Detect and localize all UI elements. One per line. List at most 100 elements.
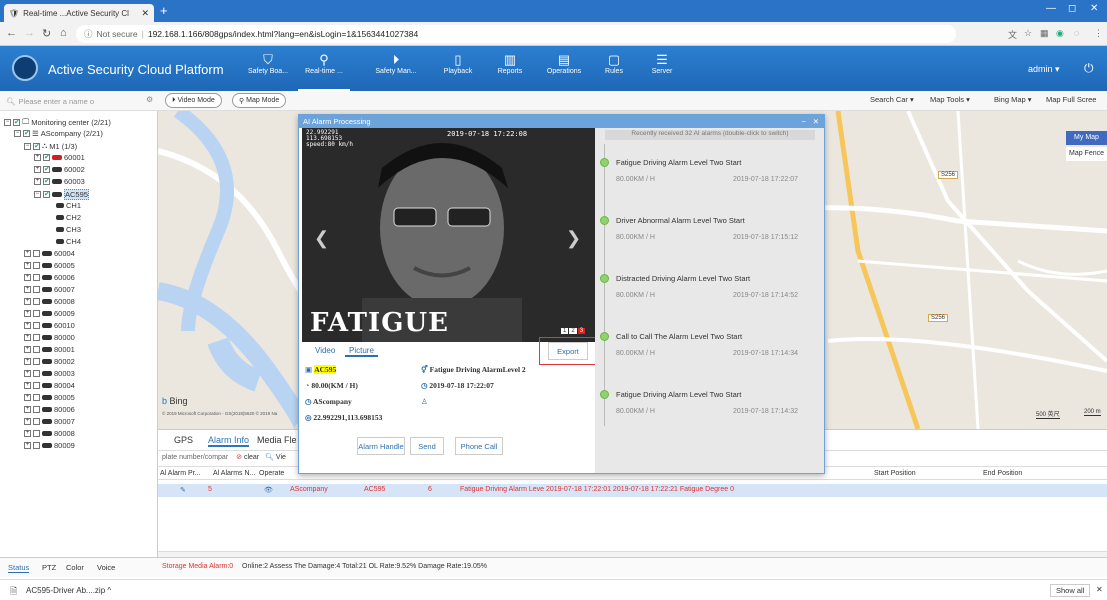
tree-company[interactable]: − ✔ ☰ AScompany (2/21) (14, 129, 103, 138)
checkbox[interactable] (33, 358, 40, 365)
tab-media-files[interactable]: Media Fle (257, 435, 297, 445)
tab-gps[interactable]: GPS (174, 435, 193, 445)
close-icon[interactable]: ✕ (813, 115, 819, 128)
expand-icon[interactable]: + (24, 346, 31, 353)
tree-group[interactable]: − ✔ ⛬ M1 (1/3) (24, 141, 77, 151)
collapse-icon[interactable]: − (4, 118, 11, 126)
nav-operations[interactable]: ▤ Operations (538, 52, 590, 75)
map-fence-button[interactable]: Map Fence (1066, 147, 1107, 161)
tree-vehicle[interactable]: +80002 (24, 357, 75, 366)
view-icon[interactable]: 👁 (264, 486, 273, 494)
column-header[interactable]: Al Alarms N... (213, 467, 255, 481)
column-header[interactable]: Operate (259, 467, 284, 481)
close-tab-icon[interactable]: ✕ (141, 8, 149, 19)
checkbox[interactable] (33, 430, 40, 437)
expand-icon[interactable]: + (24, 262, 31, 269)
checkbox[interactable]: ✔ (43, 166, 50, 173)
page-button-active[interactable]: 3 (577, 328, 586, 334)
settings-icon[interactable]: ⚙ (146, 95, 153, 104)
expand-icon[interactable]: + (24, 334, 31, 341)
checkbox[interactable]: ✔ (43, 191, 50, 198)
bing-map-button[interactable]: Bing Map ▾ (994, 95, 1032, 104)
nav-playback[interactable]: ▯ Playback (432, 52, 484, 75)
tree-vehicle[interactable]: +80005 (24, 393, 75, 402)
expand-icon[interactable]: + (24, 418, 31, 425)
tab-voice[interactable]: Voice (97, 563, 115, 572)
page-button[interactable]: 1 (561, 328, 569, 334)
checkbox[interactable]: ✔ (23, 130, 30, 137)
tree-vehicle[interactable]: +60006 (24, 273, 75, 282)
tree-vehicle[interactable]: +80007 (24, 417, 75, 426)
column-header[interactable]: End Position (983, 467, 1022, 481)
tab-alarm-info[interactable]: Alarm Info (208, 435, 250, 447)
close-window-icon[interactable]: ✕ (1090, 3, 1098, 14)
checkbox[interactable] (33, 298, 40, 305)
nav-server[interactable]: ☰ Server (636, 52, 688, 75)
map-tools-button[interactable]: Map Tools ▾ (930, 95, 970, 104)
collapse-icon[interactable]: − (14, 130, 21, 137)
nav-safety-management[interactable]: ⏵ Safety Man... (370, 52, 422, 75)
reload-icon[interactable]: ↻ (42, 27, 51, 40)
tree-vehicle[interactable]: +80000 (24, 333, 75, 342)
menu-dots-icon[interactable]: ⋮ (1094, 28, 1103, 39)
back-icon[interactable]: ← (6, 27, 17, 39)
column-header[interactable]: Start Position (874, 467, 916, 481)
export-button[interactable]: Export (548, 342, 588, 360)
map-fullscreen-button[interactable]: Map Full Scree (1046, 95, 1096, 104)
expand-icon[interactable]: + (34, 166, 41, 173)
table-row[interactable]: ✎ 5 👁 AScompany AC595 6 Fatigue Driving … (158, 484, 1107, 497)
minimize-icon[interactable]: − (802, 115, 806, 128)
edit-icon[interactable]: ✎ (180, 486, 186, 494)
checkbox[interactable]: ✔ (33, 142, 40, 150)
collapse-icon[interactable]: − (34, 191, 41, 198)
expand-icon[interactable]: + (24, 322, 31, 329)
tree-channel[interactable]: CH3 (56, 225, 81, 234)
collapse-icon[interactable]: − (24, 142, 31, 150)
home-icon[interactable]: ⌂ (60, 27, 67, 39)
tree-vehicle[interactable]: +80006 (24, 405, 75, 414)
checkbox[interactable] (33, 442, 40, 449)
checkbox[interactable]: ✔ (43, 178, 50, 185)
my-map-button[interactable]: My Map (1066, 131, 1107, 145)
bookmark-star-icon[interactable]: ☆ (1024, 28, 1032, 39)
video-mode-button[interactable]: ⏵ Video Mode (165, 93, 222, 108)
column-header[interactable]: Al Alarm Pr... (160, 467, 200, 481)
tree-vehicle[interactable]: + ✔ 60001 (34, 153, 85, 162)
checkbox[interactable] (33, 394, 40, 401)
extension-icon[interactable]: ▦ (1040, 28, 1049, 39)
search-car-button[interactable]: Search Car ▾ (870, 95, 914, 104)
checkbox[interactable]: ✔ (13, 118, 20, 126)
checkbox[interactable] (33, 322, 40, 329)
extension-green-icon[interactable]: ◉ (1056, 28, 1064, 39)
tab-color[interactable]: Color (66, 563, 84, 572)
tab-ptz[interactable]: PTZ (42, 563, 56, 572)
expand-icon[interactable]: + (24, 442, 31, 449)
checkbox[interactable]: ✔ (43, 154, 50, 161)
nav-rules[interactable]: ▢ Rules (588, 52, 640, 75)
tree-channel[interactable]: CH4 (56, 237, 81, 246)
checkbox[interactable] (33, 370, 40, 377)
filter-input[interactable]: plate number/compar (162, 454, 228, 461)
tab-picture[interactable]: Picture (345, 346, 378, 357)
expand-icon[interactable]: + (24, 406, 31, 413)
power-icon[interactable]: ⏻ (1084, 61, 1094, 76)
tree-root[interactable]: − ✔ 🖵 Monitoring center (2/21) (4, 117, 111, 127)
checkbox[interactable] (33, 262, 40, 269)
clear-button[interactable]: ⊘ clear (236, 454, 259, 461)
phone-call-button[interactable]: Phone Call (455, 437, 503, 455)
expand-icon[interactable]: + (24, 370, 31, 377)
tree-vehicle[interactable]: +60010 (24, 321, 75, 330)
next-image-icon[interactable]: ❯ (566, 228, 581, 249)
checkbox[interactable] (33, 418, 40, 425)
new-tab-icon[interactable]: + (160, 3, 168, 18)
tree-vehicle[interactable]: +80003 (24, 369, 75, 378)
checkbox[interactable] (33, 406, 40, 413)
user-menu[interactable]: admin ▾ (1028, 64, 1060, 75)
expand-icon[interactable]: + (34, 178, 41, 185)
url-field[interactable]: ⓘ Not secure | 192.168.1.166/808gps/inde… (76, 25, 956, 43)
expand-icon[interactable]: + (24, 250, 31, 257)
nav-reports[interactable]: ▥ Reports (484, 52, 536, 75)
expand-icon[interactable]: + (24, 310, 31, 317)
tab-status[interactable]: Status (8, 563, 30, 573)
tree-vehicle[interactable]: +80009 (24, 441, 75, 450)
